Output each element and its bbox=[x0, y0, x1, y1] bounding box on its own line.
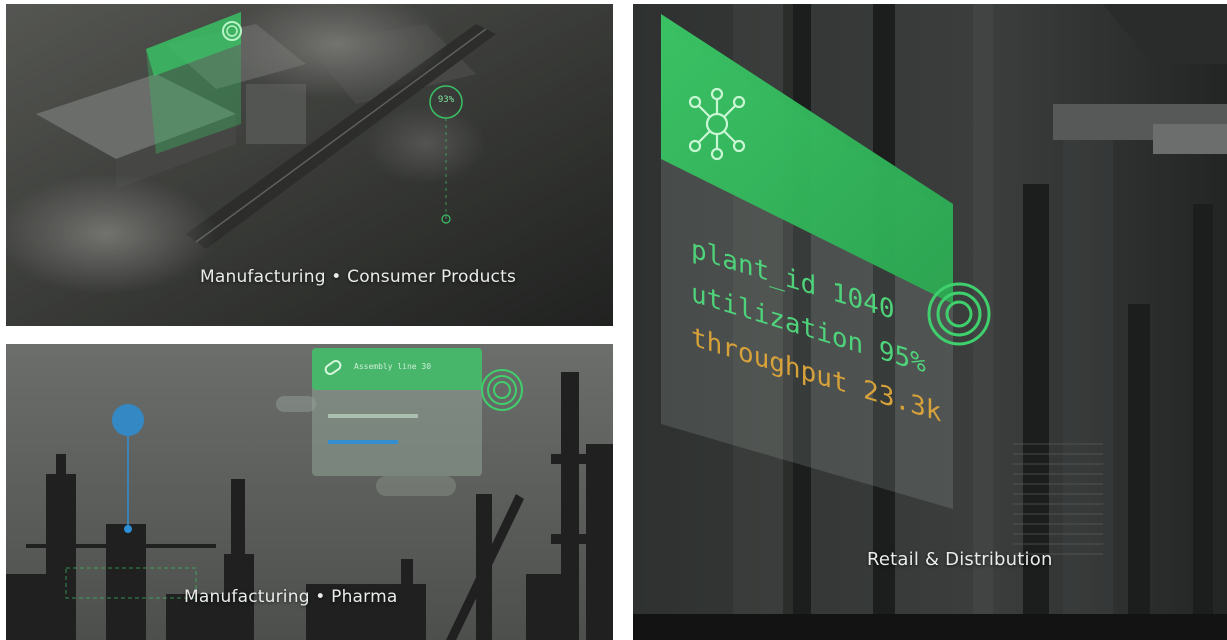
card-caption: Manufacturing • Pharma bbox=[184, 587, 398, 607]
percent-badge: 93% bbox=[437, 95, 455, 105]
card-retail-distribution[interactable]: plant_id 1040 utilization 95% throughput… bbox=[633, 4, 1227, 640]
card-caption: Retail & Distribution bbox=[867, 549, 1053, 570]
card-caption: Manufacturing • Consumer Products bbox=[200, 267, 517, 287]
card-consumer-products[interactable]: 93% Manufacturing • Consumer Products bbox=[6, 4, 613, 326]
panel-title: Assembly line 30 bbox=[354, 362, 432, 371]
card-pharma[interactable]: Assembly line 30 Manufacturing • Pharma bbox=[6, 344, 613, 640]
